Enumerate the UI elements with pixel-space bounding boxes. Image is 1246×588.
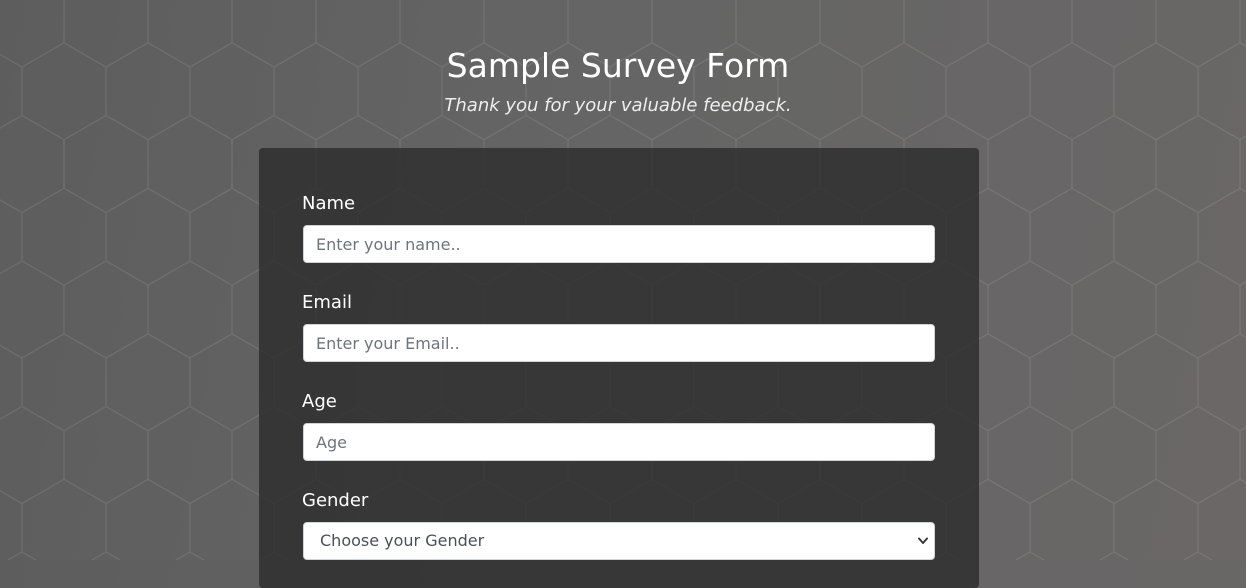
survey-form: Name Email Age Gender Choose your Gender <box>259 148 979 588</box>
email-label: Email <box>302 292 352 313</box>
gender-select[interactable]: Choose your Gender <box>303 522 935 560</box>
gender-select-value: Choose your Gender <box>320 531 485 550</box>
age-label: Age <box>302 391 337 412</box>
gender-label: Gender <box>302 490 369 511</box>
email-input[interactable] <box>303 324 935 362</box>
name-input[interactable] <box>303 225 935 263</box>
chevron-down-icon <box>918 537 928 544</box>
name-label: Name <box>302 193 356 214</box>
age-input[interactable] <box>303 423 935 461</box>
page-subtitle: Thank you for your valuable feedback. <box>444 95 792 116</box>
page-title: Sample Survey Form <box>446 46 790 85</box>
